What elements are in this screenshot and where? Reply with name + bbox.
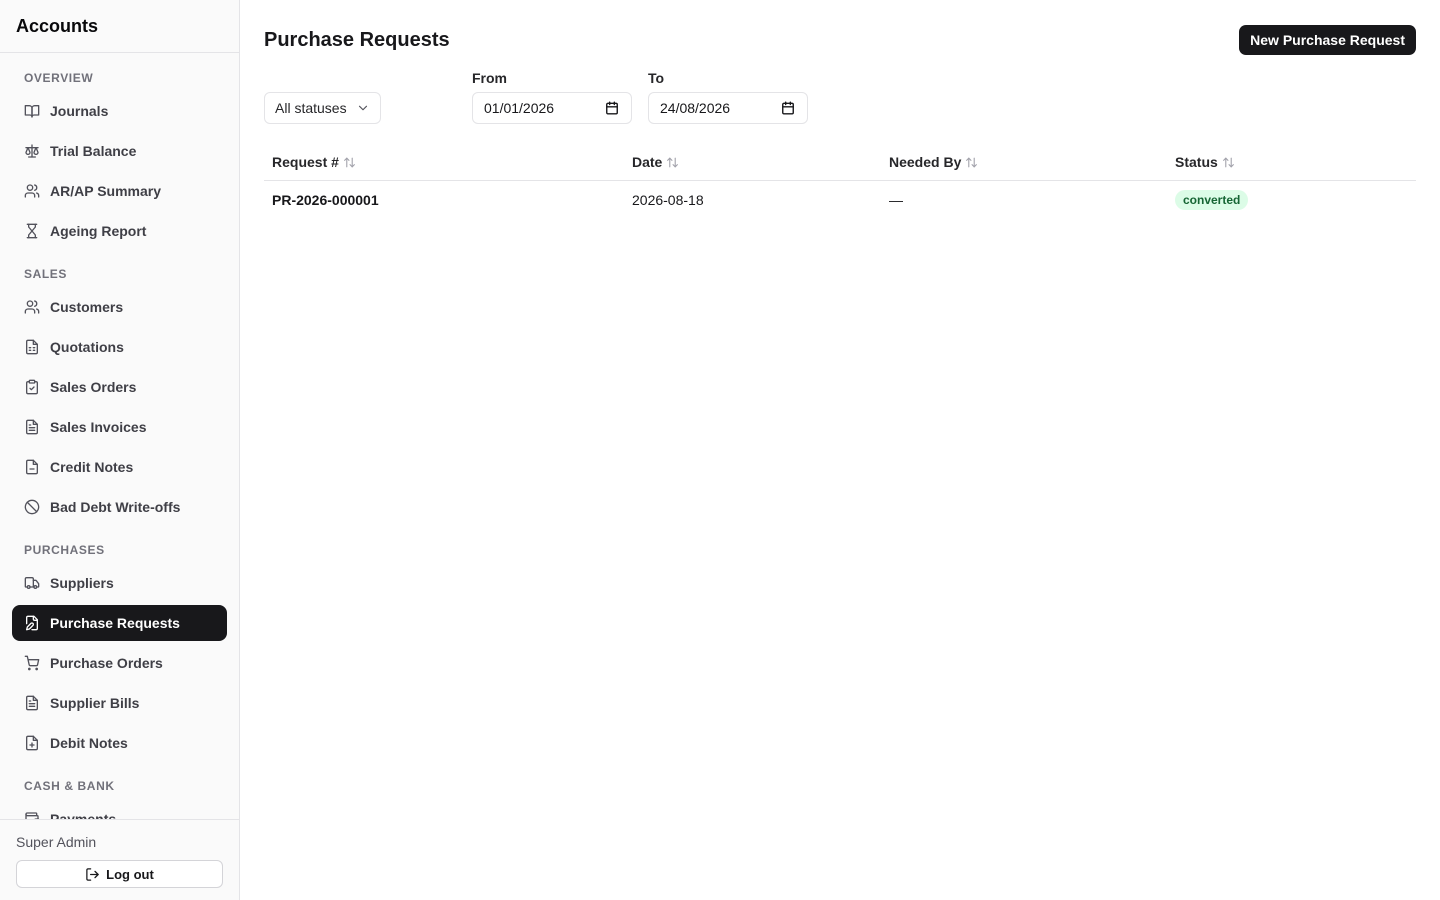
sidebar-item-purchase-requests[interactable]: Purchase Requests: [12, 605, 227, 641]
sidebar-item-sales-orders[interactable]: Sales Orders: [12, 369, 227, 405]
receipt-icon: [24, 695, 40, 711]
sidebar-item-supplier-bills[interactable]: Supplier Bills: [12, 685, 227, 721]
book-open-icon: [24, 103, 40, 119]
shopping-cart-icon: [24, 655, 40, 671]
sidebar-item-sales-invoices[interactable]: Sales Invoices: [12, 409, 227, 445]
cell-needed-by: —: [889, 191, 903, 208]
to-date-input[interactable]: 24/08/2026: [648, 92, 808, 124]
file-text-icon: [24, 419, 40, 435]
filters: All statuses From 01/01/2026 To 24/08/20…: [264, 70, 1416, 124]
sidebar-item-label: Suppliers: [50, 575, 114, 591]
status-badge: converted: [1175, 189, 1249, 210]
new-purchase-request-button[interactable]: New Purchase Request: [1239, 25, 1416, 55]
from-date-value: 01/01/2026: [484, 100, 555, 116]
cell-status: converted: [1167, 189, 1416, 210]
chevron-down-icon: [356, 101, 370, 115]
sort-icon: [343, 156, 356, 169]
cell-request-no[interactable]: PR-2026-000001: [264, 192, 624, 208]
sidebar: Accounts OVERVIEW Journals Trial Balance…: [0, 0, 240, 900]
sidebar-item-journals[interactable]: Journals: [12, 93, 227, 129]
sidebar-nav: OVERVIEW Journals Trial Balance AR/AP Su…: [0, 53, 239, 819]
status-filter-select[interactable]: All statuses: [264, 92, 381, 124]
sort-icon: [666, 156, 679, 169]
sidebar-item-label: Bad Debt Write-offs: [50, 499, 181, 515]
sidebar-item-label: Customers: [50, 299, 124, 315]
sidebar-item-debit-notes[interactable]: Debit Notes: [12, 725, 227, 761]
to-date-value: 24/08/2026: [660, 100, 731, 116]
file-pen-icon: [24, 615, 40, 631]
column-label: Date: [632, 154, 663, 170]
clipboard-check-icon: [24, 379, 40, 395]
from-label: From: [472, 70, 507, 86]
sidebar-item-purchase-orders[interactable]: Purchase Orders: [12, 645, 227, 681]
column-label: Status: [1175, 154, 1218, 170]
scale-icon: [24, 143, 40, 159]
section-label-sales: SALES: [24, 267, 68, 281]
status-filter-value: All statuses: [275, 100, 347, 116]
column-header-status[interactable]: Status: [1167, 154, 1416, 170]
sidebar-item-label: AR/AP Summary: [50, 183, 162, 199]
sidebar-item-label: Purchase Orders: [50, 655, 163, 671]
page-header: Purchase Requests New Purchase Request: [264, 24, 1416, 56]
sidebar-item-label: Credit Notes: [50, 459, 134, 475]
section-label-cash-bank: CASH & BANK: [24, 779, 115, 793]
sidebar-item-label: Journals: [50, 103, 109, 119]
from-date-input[interactable]: 01/01/2026: [472, 92, 632, 124]
file-minus-icon: [24, 459, 40, 475]
sidebar-item-customers[interactable]: Customers: [12, 289, 227, 325]
section-label-overview: OVERVIEW: [24, 71, 94, 85]
sort-icon: [965, 156, 978, 169]
ban-icon: [24, 499, 40, 515]
cell-date: 2026-08-18: [632, 191, 704, 208]
wallet-icon: [24, 811, 40, 819]
sidebar-footer: Super Admin Log out: [0, 819, 239, 900]
users-icon: [24, 183, 40, 199]
user-name: Super Admin: [16, 834, 97, 850]
purchase-requests-table: Request # Date Needed By Status PR-2026-…: [264, 144, 1416, 219]
sidebar-item-ageing-report[interactable]: Ageing Report: [12, 213, 227, 249]
logout-label: Log out: [106, 866, 154, 882]
calendar-icon[interactable]: [605, 101, 619, 115]
sidebar-item-label: Supplier Bills: [50, 695, 140, 711]
file-plus-icon: [24, 735, 40, 751]
sidebar-item-credit-notes[interactable]: Credit Notes: [12, 449, 227, 485]
sort-icon: [1222, 156, 1235, 169]
column-label: Needed By: [889, 154, 962, 170]
users-icon: [24, 299, 40, 315]
sidebar-item-suppliers[interactable]: Suppliers: [12, 565, 227, 601]
sidebar-item-label: Quotations: [50, 339, 124, 355]
main-content: Purchase Requests New Purchase Request A…: [240, 0, 1440, 900]
app-title: Accounts: [0, 0, 239, 53]
sidebar-item-label: Sales Orders: [50, 379, 137, 395]
sidebar-item-label: Debit Notes: [50, 735, 128, 751]
sidebar-item-label: Trial Balance: [50, 143, 137, 159]
page-title: Purchase Requests: [264, 28, 450, 51]
truck-icon: [24, 575, 40, 591]
sidebar-item-trial-balance[interactable]: Trial Balance: [12, 133, 227, 169]
sidebar-item-quotations[interactable]: Quotations: [12, 329, 227, 365]
sidebar-item-label: Payments: [50, 811, 117, 819]
logout-button[interactable]: Log out: [16, 860, 223, 888]
sidebar-item-bad-debt-write-offs[interactable]: Bad Debt Write-offs: [12, 489, 227, 525]
to-date-field: To 24/08/2026: [648, 70, 808, 124]
sidebar-item-label: Purchase Requests: [50, 615, 180, 631]
table-row[interactable]: PR-2026-000001 2026-08-18 — converted: [264, 181, 1416, 219]
table-header: Request # Date Needed By Status: [264, 144, 1416, 181]
file-spreadsheet-icon: [24, 339, 40, 355]
to-label: To: [648, 70, 665, 86]
column-header-request-no[interactable]: Request #: [264, 154, 624, 170]
sidebar-item-label: Sales Invoices: [50, 419, 147, 435]
sidebar-item-ar-ap-summary[interactable]: AR/AP Summary: [12, 173, 227, 209]
from-date-field: From 01/01/2026: [472, 70, 632, 124]
column-label: Request #: [272, 154, 339, 170]
calendar-icon[interactable]: [781, 101, 795, 115]
column-header-needed-by[interactable]: Needed By: [881, 154, 1167, 170]
sidebar-item-label: Ageing Report: [50, 223, 147, 239]
log-out-icon: [85, 867, 100, 882]
section-label-purchases: PURCHASES: [24, 543, 105, 557]
sidebar-item-payments[interactable]: Payments: [12, 801, 227, 819]
hourglass-icon: [24, 223, 40, 239]
column-header-date[interactable]: Date: [624, 154, 881, 170]
